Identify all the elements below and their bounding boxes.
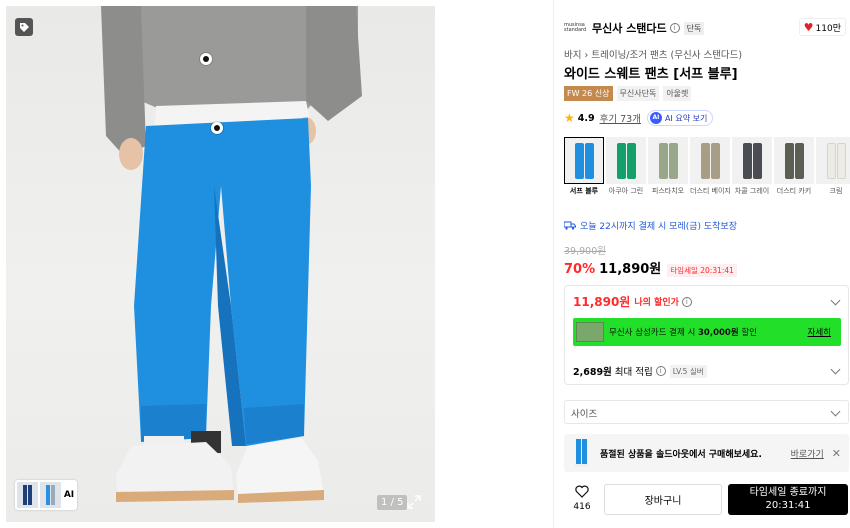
brand-logo[interactable]: musinsa standard	[564, 23, 586, 33]
ai-summary-label: AI 요약 보기	[664, 113, 708, 123]
thumbnail	[40, 482, 61, 508]
brand-name[interactable]: 무신사 스탠다드	[592, 20, 667, 36]
product-hotspot[interactable]	[200, 53, 212, 65]
my-price-label: 나의 할인가	[634, 298, 679, 308]
final-price: 11,890원	[599, 262, 662, 277]
color-label: 크림	[829, 187, 843, 195]
product-info-panel: musinsa standard 무신사 스탠다드 i 단독 ♥ 110만 바지…	[553, 0, 850, 528]
ai-icon: AI	[649, 112, 662, 124]
like-button[interactable]: ♥ 110만	[798, 18, 846, 36]
breadcrumb: 바지 › 트레이닝/조거 팬츠 (무신사 스탠다드)	[564, 47, 742, 61]
my-price-row[interactable]: 11,890원 나의 할인가 i	[573, 293, 692, 310]
product-photo	[101, 6, 362, 503]
color-label: 차콜 그레이	[734, 187, 770, 195]
heart-icon: ♥	[803, 20, 814, 34]
color-swatch	[606, 137, 646, 184]
heart-outline-icon	[575, 485, 589, 498]
color-label: 더스티 카키	[776, 187, 812, 195]
product-image-gallery[interactable]: AI 1 / 5	[6, 6, 435, 522]
color-label: 서프 블루	[569, 187, 599, 195]
points-amount: 2,689원	[573, 367, 612, 378]
discount-rate: 70%	[564, 262, 596, 277]
color-options: 서프 블루 아쿠아 그린 피스타치오 더스티 베이지 차콜 그레이 더스티 카키 크림	[564, 137, 850, 196]
card-promo-banner[interactable]: 무신사 삼성카드 결제 시 30,000원 할인 자세히	[573, 318, 841, 346]
ai-style-thumbnails[interactable]: AI	[15, 480, 77, 510]
color-option[interactable]: 아쿠아 그린	[606, 137, 646, 196]
season-badge: FW 26 신상	[564, 86, 613, 101]
buy-button-label: 타임세일 종료까지	[749, 487, 827, 498]
badge-row: FW 26 신상 무신사단독 아울렛	[564, 86, 692, 101]
size-placeholder: 사이즈	[571, 409, 598, 420]
outlet-badge: 아울렛	[663, 86, 692, 101]
card-image	[576, 322, 604, 342]
color-swatch	[732, 137, 772, 184]
buy-button[interactable]: 타임세일 종료까지 20:31:41	[728, 483, 848, 515]
breadcrumb-item[interactable]: 트레이닝/조거 팬츠 (무신사 스탠다드)	[591, 50, 742, 61]
color-option[interactable]: 서프 블루	[564, 137, 604, 196]
level-badge: LV.5 실버	[669, 364, 707, 378]
rating-row: ★ 4.9 후기 73개 AI AI 요약 보기	[564, 110, 714, 126]
expand-icon[interactable]	[406, 494, 422, 510]
benefits-box: 11,890원 나의 할인가 i 무신사 삼성카드 결제 시 30,000원 할…	[564, 285, 849, 385]
image-counter: 1 / 5	[377, 495, 408, 510]
thumbnail	[17, 482, 38, 508]
delivery-info: 오늘 22시까지 결제 시 모레(금) 도착보장	[564, 219, 737, 232]
timesale-badge: 타임세일 20:31:41	[667, 264, 737, 277]
chevron-down-icon	[830, 406, 841, 417]
soldout-banner: 품절된 상품을 솔드아웃에서 구매해보세요. 바로가기 ✕	[564, 434, 849, 472]
soldout-link[interactable]: 바로가기	[791, 447, 824, 460]
like-count: 110만	[815, 23, 841, 34]
color-label: 더스티 베이지	[690, 187, 730, 195]
size-select[interactable]: 사이즈	[564, 400, 849, 424]
color-label: 피스타치오	[651, 187, 685, 195]
wishlist-count: 416	[573, 502, 591, 512]
color-option[interactable]: 피스타치오	[648, 137, 688, 196]
info-icon[interactable]: i	[681, 296, 692, 307]
color-label: 아쿠아 그린	[608, 187, 644, 195]
color-swatch	[564, 137, 604, 184]
info-icon[interactable]: i	[655, 366, 666, 376]
breadcrumb-item[interactable]: 바지	[564, 50, 581, 61]
color-swatch	[648, 137, 688, 184]
soldout-text: 품절된 상품을 솔드아웃에서 구매해보세요.	[600, 449, 762, 460]
rating-score: 4.9	[577, 112, 595, 124]
purchase-bar: 416 장바구니 타임세일 종료까지 20:31:41	[564, 482, 849, 516]
tag-icon[interactable]	[15, 18, 33, 36]
color-option[interactable]: 더스티 베이지	[690, 137, 730, 196]
color-swatch	[774, 137, 814, 184]
color-option[interactable]: 더스티 카키	[774, 137, 814, 196]
cart-button[interactable]: 장바구니	[604, 483, 722, 515]
product-title: 와이드 스웨트 팬츠 [서프 블루]	[564, 67, 738, 82]
truck-icon	[564, 221, 576, 230]
info-icon[interactable]: i	[669, 23, 680, 33]
star-icon: ★	[564, 111, 575, 125]
wishlist-button[interactable]: 416	[564, 485, 600, 513]
ai-summary-button[interactable]: AI AI 요약 보기	[646, 110, 714, 126]
buy-button-timer: 20:31:41	[765, 500, 811, 511]
exclusive-badge: 무신사단독	[616, 86, 660, 101]
chevron-down-icon[interactable]	[830, 295, 841, 306]
color-option[interactable]: 차콜 그레이	[732, 137, 772, 196]
my-price: 11,890원	[573, 295, 631, 309]
soldout-product-image	[574, 438, 588, 468]
exclusive-badge: 단독	[683, 21, 705, 35]
points-label: 최대 적립	[614, 367, 653, 378]
product-page: AI 1 / 5 musinsa standard 무신사 스탠다드 i 단독 …	[0, 0, 850, 528]
price-row: 70% 11,890원 타임세일 20:31:41	[564, 258, 737, 277]
ai-label: AI	[63, 490, 75, 500]
card-more-link[interactable]: 자세히	[808, 326, 831, 338]
color-option[interactable]: 크림	[816, 137, 850, 196]
chevron-down-icon[interactable]	[830, 364, 841, 375]
card-promo-text: 무신사 삼성카드 결제 시 30,000원 할인	[609, 328, 757, 338]
color-swatch	[690, 137, 730, 184]
color-swatch	[816, 137, 850, 184]
delivery-text: 오늘 22시까지 결제 시 모레(금) 도착보장	[580, 222, 737, 232]
product-hotspot[interactable]	[211, 122, 223, 134]
points-row[interactable]: 2,689원 최대 적립 i LV.5 실버	[573, 364, 707, 378]
review-link[interactable]: 후기 73개	[600, 111, 641, 125]
close-icon[interactable]: ✕	[832, 447, 841, 460]
original-price: 39,900원	[564, 246, 606, 257]
